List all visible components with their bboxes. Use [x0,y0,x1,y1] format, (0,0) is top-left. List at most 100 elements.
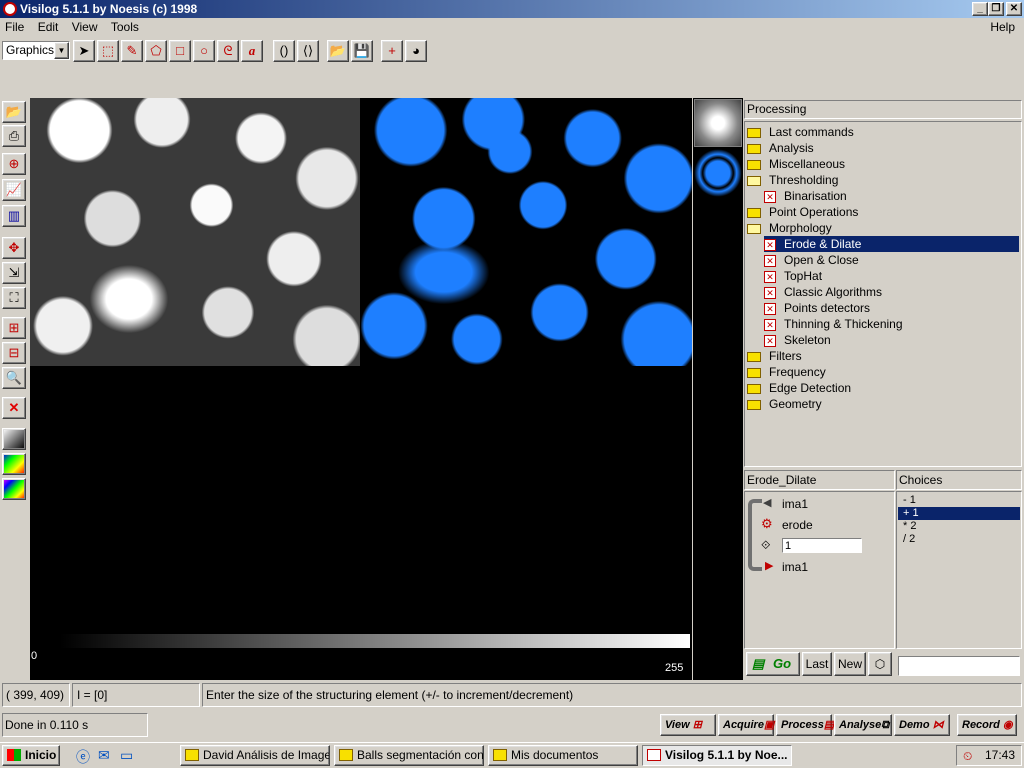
taskbar-item[interactable]: Mis documentos [488,745,638,766]
tree-item[interactable]: Morphology [747,220,834,236]
profile-icon[interactable]: 📈 [2,179,26,201]
last-button[interactable]: Last [802,652,832,676]
magnifier-icon[interactable]: 🔍 [2,367,26,389]
binary-image[interactable] [361,98,692,366]
fit-icon[interactable]: ⛶ [2,287,26,309]
menu-view[interactable]: View [67,18,103,36]
tree-item[interactable]: ✕ Erode & Dilate [764,236,1019,252]
tree-item[interactable]: Analysis [747,140,816,156]
thumbnail-grayscale[interactable] [694,99,742,147]
tree-item[interactable]: ✕ Points detectors [764,300,872,316]
taskbar-item[interactable]: Visilog 5.1.1 by Noe... [642,745,792,766]
tree-item[interactable]: ✕ TopHat [764,268,824,284]
operation-icon: ✕ [764,334,776,347]
histogram-icon[interactable]: ▥ [2,205,26,227]
crosshair-icon[interactable]: ⊕ [2,153,26,175]
text-tool-icon[interactable]: a [241,40,263,62]
circle-tool-icon[interactable]: ○ [193,40,215,62]
app-icon[interactable] [3,2,17,16]
go-button[interactable]: ▤ Go [746,652,800,676]
thumbnail-binary[interactable] [694,149,742,197]
pointer-tool-icon[interactable]: ➤ [73,40,95,62]
done-status: Done in 0.110 s [2,713,148,737]
demo-label: Demo [899,719,930,731]
bracket-tool-icon[interactable]: () [273,40,295,62]
tree-item[interactable]: ✕ Skeleton [764,332,833,348]
gray-lut-icon[interactable] [2,428,26,450]
mode-select[interactable]: Graphics ▼ [2,41,70,60]
menu-file[interactable]: File [0,18,29,36]
process-button[interactable]: Process▤ [776,714,834,736]
new-button[interactable]: New [834,652,866,676]
processing-tree[interactable]: Last commands Analysis Miscellaneous Thresh… [744,121,1022,467]
command-input[interactable] [898,656,1020,676]
outlook-icon[interactable]: ✉ [98,747,110,764]
tree-item[interactable]: Edge Detection [747,380,853,396]
tree-item[interactable]: Point Operations [747,204,860,220]
chevron-down-icon[interactable]: ▼ [54,42,69,59]
tree-item[interactable]: ✕ Binarisation [764,188,849,204]
print-icon[interactable]: ⎙ [2,125,26,147]
rainbow-lut-icon[interactable] [2,453,26,475]
operation-label[interactable]: erode [782,518,813,532]
menu-tools[interactable]: Tools [106,18,144,36]
brace-tool-icon[interactable]: ⟨⟩ [297,40,319,62]
grayscale-image[interactable] [30,98,360,366]
tree-item[interactable]: Frequency [747,364,828,380]
freehand-tool-icon[interactable]: ᘓ [217,40,239,62]
tree-item[interactable]: Miscellaneous [747,156,847,172]
delete-icon[interactable]: ✕ [2,397,26,419]
add-image-icon[interactable]: + [381,40,403,62]
menu-help[interactable]: Help [985,18,1020,36]
taskbar-item[interactable]: Balls segmentación con ... [334,745,484,766]
polygon-tool-icon[interactable]: ⬠ [145,40,167,62]
view-button[interactable]: View ⊞ [660,714,716,736]
tree-item[interactable]: Geometry [747,396,824,412]
choice-item[interactable]: / 2 [898,533,1020,546]
tree-item[interactable]: Thresholding [747,172,840,188]
zoom-out-icon[interactable]: ⊟ [2,342,26,364]
schedule-icon[interactable]: ⏲ [963,747,972,766]
acquire-button[interactable]: Acquire▣ [718,714,774,736]
color-palette-icon[interactable]: ◕ [405,40,427,62]
close-button[interactable]: ✕ [1006,2,1022,16]
resize-icon[interactable]: ⇲ [2,262,26,284]
open-folder-icon[interactable]: 📂 [2,101,26,123]
ie-icon[interactable]: ⓔ [76,747,90,767]
record-button[interactable]: Record ◉ [957,714,1017,736]
choices-list[interactable]: - 1 + 1 * 2/ 2 [896,491,1022,649]
tree-item[interactable]: ✕ Thinning & Thickening [764,316,905,332]
input-image-label[interactable]: ima1 [782,497,808,511]
taskbar-item[interactable]: David Análisis de Imagen [180,745,330,766]
restore-button[interactable]: ❐ [988,2,1004,16]
tree-item[interactable]: ✕ Open & Close [764,252,861,268]
menu-edit[interactable]: Edit [33,18,64,36]
pencil-tool-icon[interactable]: ✎ [121,40,143,62]
demo-button[interactable]: Demo ⋈ [894,714,950,736]
minimize-button[interactable]: _ [972,2,988,16]
desktop-icon[interactable]: ▭ [120,747,133,764]
lut-max-label: 255 [665,662,684,674]
open-file-icon[interactable]: 📂 [327,40,349,62]
choice-item[interactable]: * 2 [898,520,1020,533]
operation-icon: ✕ [764,286,776,299]
save-file-icon[interactable]: 💾 [351,40,373,62]
analyse-button[interactable]: Analyse⧉ [834,714,892,736]
choice-item[interactable]: - 1 [898,494,1020,507]
start-button[interactable]: Inicio [2,745,60,766]
choice-item[interactable]: + 1 [898,507,1020,520]
color-lut-icon[interactable] [2,478,26,500]
size-input[interactable] [782,538,862,553]
tree-item[interactable]: Filters [747,348,804,364]
rect-select-tool-icon[interactable]: ⬚ [97,40,119,62]
taskbar-item-label: David Análisis de Imagen [203,748,330,762]
tree-item-label: Thinning & Thickening [784,317,903,331]
rectangle-tool-icon[interactable]: □ [169,40,191,62]
tree-item[interactable]: Last commands [747,124,856,140]
move-icon[interactable]: ✥ [2,237,26,259]
zoom-in-icon[interactable]: ⊞ [2,317,26,339]
script-button[interactable]: ⬡ [868,652,892,676]
tree-item[interactable]: ✕ Classic Algorithms [764,284,884,300]
output-image-label[interactable]: ima1 [782,560,808,574]
image-canvas[interactable]: 0 255 [30,98,692,680]
